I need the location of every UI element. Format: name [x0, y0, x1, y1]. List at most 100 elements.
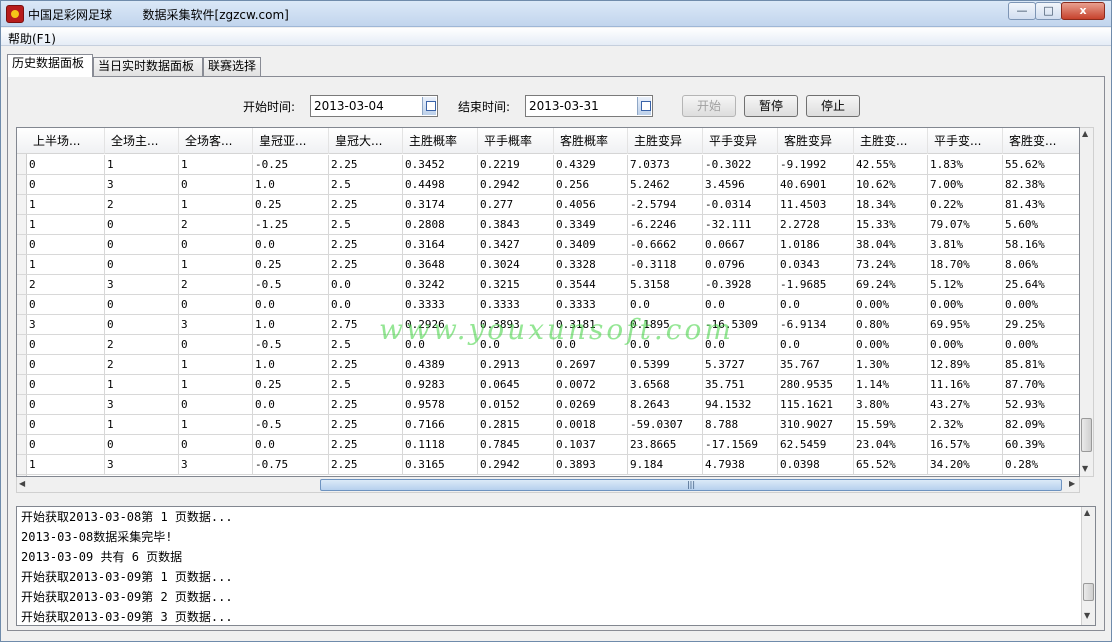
table-cell[interactable]: 1.0	[253, 315, 329, 335]
table-cell[interactable]: 0.2926	[403, 315, 478, 335]
calendar-icon[interactable]	[637, 97, 651, 115]
table-cell[interactable]: 0.3328	[554, 255, 628, 275]
table-cell[interactable]: 0.1118	[403, 435, 478, 455]
table-cell[interactable]: 0.0	[403, 335, 478, 355]
table-row[interactable]: 0 0 0 0.0 2.25 0.3164 0.3427 0.3409 -0.6662 0.066…	[17, 235, 1079, 255]
table-cell[interactable]: 0.0667	[703, 235, 778, 255]
table-cell[interactable]: 0.0	[703, 335, 778, 355]
table-cell[interactable]: 0.00%	[854, 335, 928, 355]
scroll-up-arrow-icon[interactable]: ▲	[1082, 129, 1088, 138]
table-cell[interactable]: 0.7845	[478, 435, 554, 455]
tab-league-select[interactable]: 联赛选择	[203, 57, 261, 76]
table-cell[interactable]: 0.3215	[478, 275, 554, 295]
table-cell[interactable]: 4.7938	[703, 455, 778, 475]
table-cell[interactable]: 0	[105, 235, 179, 255]
table-cell[interactable]: 2	[105, 335, 179, 355]
table-cell[interactable]: 2.25	[329, 235, 403, 255]
table-cell[interactable]: 0	[105, 315, 179, 335]
table-cell[interactable]: 94.1532	[703, 395, 778, 415]
menu-help[interactable]: 帮助(F1)	[8, 30, 56, 47]
table-cell[interactable]: 18.34%	[854, 195, 928, 215]
table-cell[interactable]: 0	[27, 355, 105, 375]
table-cell[interactable]: 0	[179, 295, 253, 315]
table-cell[interactable]: 3	[105, 395, 179, 415]
table-row[interactable]: 0 1 1 -0.5 2.25 0.7166 0.2815 0.0018 -59.0307 8.7…	[17, 415, 1079, 435]
table-cell[interactable]: 0.2815	[478, 415, 554, 435]
table-row[interactable]: 0 0 0 0.0 2.25 0.1118 0.7845 0.1037 23.8665 -17.1…	[17, 435, 1079, 455]
table-cell[interactable]: 0.0	[554, 335, 628, 355]
table-cell[interactable]: -0.25	[253, 155, 329, 175]
table-cell[interactable]: 29.25%	[1003, 315, 1079, 335]
stop-button[interactable]: 停止	[806, 95, 860, 117]
table-cell[interactable]: 1	[27, 455, 105, 475]
table-cell[interactable]: 0.0	[253, 235, 329, 255]
table-row[interactable]: 1 3 3 -0.75 2.25 0.3165 0.2942 0.3893 9.184 4.793…	[17, 455, 1079, 475]
table-cell[interactable]: 0.0	[628, 295, 703, 315]
table-cell[interactable]: 0	[27, 175, 105, 195]
table-cell[interactable]: 1.30%	[854, 355, 928, 375]
table-cell[interactable]: -0.3022	[703, 155, 778, 175]
table-cell[interactable]: 3	[105, 175, 179, 195]
vertical-scroll-thumb[interactable]	[1081, 418, 1092, 452]
table-cell[interactable]: 2.32%	[928, 415, 1003, 435]
table-cell[interactable]: 0.00%	[928, 335, 1003, 355]
table-cell[interactable]: 60.39%	[1003, 435, 1079, 455]
table-cell[interactable]: 2.25	[329, 355, 403, 375]
table-cell[interactable]: 0.00%	[1003, 335, 1079, 355]
column-header[interactable]: 客胜变...	[1003, 128, 1079, 154]
table-cell[interactable]: 0	[27, 235, 105, 255]
table-cell[interactable]: -0.5	[253, 275, 329, 295]
table-cell[interactable]: 0	[27, 295, 105, 315]
table-cell[interactable]: 0.3452	[403, 155, 478, 175]
table-cell[interactable]: 1	[179, 375, 253, 395]
table-cell[interactable]: -59.0307	[628, 415, 703, 435]
table-cell[interactable]: 0	[179, 235, 253, 255]
table-cell[interactable]: 0.0	[253, 295, 329, 315]
table-cell[interactable]: 11.16%	[928, 375, 1003, 395]
table-cell[interactable]: 0.3024	[478, 255, 554, 275]
column-header[interactable]: 全场客...	[179, 128, 253, 154]
table-cell[interactable]: 1.0186	[778, 235, 854, 255]
scroll-down-arrow-icon[interactable]: ▼	[1082, 464, 1088, 473]
table-cell[interactable]: 0.3181	[554, 315, 628, 335]
table-cell[interactable]: 0	[105, 435, 179, 455]
table-cell[interactable]: 0.3164	[403, 235, 478, 255]
table-cell[interactable]: 0.3893	[478, 315, 554, 335]
table-cell[interactable]: 2	[27, 275, 105, 295]
table-cell[interactable]: 40.6901	[778, 175, 854, 195]
start-date-picker[interactable]: 2013-03-04	[310, 95, 438, 117]
table-cell[interactable]: -16.5309	[703, 315, 778, 335]
table-cell[interactable]: 52.93%	[1003, 395, 1079, 415]
table-cell[interactable]: 1	[105, 415, 179, 435]
table-cell[interactable]: 0.0	[329, 295, 403, 315]
table-cell[interactable]: 0.1895	[628, 315, 703, 335]
table-cell[interactable]: 35.767	[778, 355, 854, 375]
table-cell[interactable]: 2.25	[329, 395, 403, 415]
table-cell[interactable]: 0.3333	[554, 295, 628, 315]
table-cell[interactable]: 69.24%	[854, 275, 928, 295]
table-cell[interactable]: -0.75	[253, 455, 329, 475]
table-row[interactable]: 0 3 0 1.0 2.5 0.4498 0.2942 0.256 5.2462 3.4596 40…	[17, 175, 1079, 195]
table-cell[interactable]: 18.70%	[928, 255, 1003, 275]
table-cell[interactable]: 43.27%	[928, 395, 1003, 415]
table-row[interactable]: 3 0 3 1.0 2.75 0.2926 0.3893 0.3181 0.1895 -16.53…	[17, 315, 1079, 335]
scroll-right-arrow-icon[interactable]: ▶	[1069, 479, 1075, 488]
table-cell[interactable]: 280.9535	[778, 375, 854, 395]
table-cell[interactable]: -0.3118	[628, 255, 703, 275]
table-cell[interactable]: 16.57%	[928, 435, 1003, 455]
column-header[interactable]: 客胜变异	[778, 128, 854, 154]
table-cell[interactable]: 0.0	[329, 275, 403, 295]
table-cell[interactable]: 0.0343	[778, 255, 854, 275]
table-row[interactable]: 1 2 1 0.25 2.25 0.3174 0.277 0.4056 -2.5794 -0.03…	[17, 195, 1079, 215]
table-cell[interactable]: 3.81%	[928, 235, 1003, 255]
table-cell[interactable]: -0.5	[253, 335, 329, 355]
tab-history[interactable]: 历史数据面板	[7, 54, 93, 77]
table-cell[interactable]: 0	[179, 395, 253, 415]
table-cell[interactable]: 0	[27, 155, 105, 175]
table-cell[interactable]: 15.59%	[854, 415, 928, 435]
table-cell[interactable]: -9.1992	[778, 155, 854, 175]
table-cell[interactable]: 12.89%	[928, 355, 1003, 375]
table-cell[interactable]: 10.62%	[854, 175, 928, 195]
table-cell[interactable]: 38.04%	[854, 235, 928, 255]
table-cell[interactable]: 1	[179, 255, 253, 275]
